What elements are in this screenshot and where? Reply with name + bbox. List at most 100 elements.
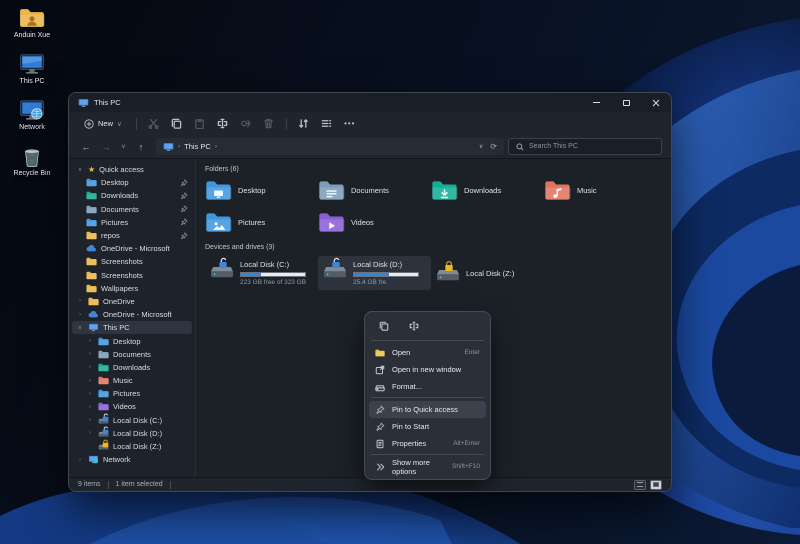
- folder-tile-videos[interactable]: Videos: [318, 210, 431, 235]
- breadcrumb[interactable]: › This PC › ∨ ⟳: [156, 138, 504, 155]
- chevron-right-icon[interactable]: ›: [76, 312, 84, 318]
- context-menu: Open Enter Open in new window Format... …: [364, 311, 491, 480]
- chevron-right-icon[interactable]: ›: [86, 364, 94, 370]
- chevron-right-icon[interactable]: ›: [86, 430, 94, 436]
- chevron-right-icon[interactable]: ›: [76, 298, 84, 304]
- copy-button[interactable]: [372, 318, 396, 334]
- details-view-button[interactable]: [634, 479, 646, 490]
- folder-tile-desktop[interactable]: Desktop: [205, 178, 318, 203]
- sidebar-item-pictures[interactable]: Pictures: [82, 216, 192, 229]
- folders-section-header[interactable]: Folders (6): [205, 166, 671, 173]
- sidebar-item-quick-access[interactable]: ∨ ★ Quick access: [72, 163, 192, 176]
- menu-item-pin-to-start[interactable]: Pin to Start: [369, 418, 486, 435]
- sidebar-item-downloads[interactable]: Downloads: [82, 189, 192, 202]
- context-menu-icon-row: [369, 316, 486, 338]
- folder-tile-documents[interactable]: Documents: [318, 178, 431, 203]
- chevron-right-icon[interactable]: ›: [76, 457, 84, 463]
- sidebar-item-local-disk-z[interactable]: Local Disk (Z:): [82, 440, 192, 453]
- chevron-right-icon[interactable]: ›: [86, 378, 94, 384]
- menu-item-open[interactable]: Open Enter: [369, 344, 486, 361]
- desktop-icon-network[interactable]: Network: [2, 98, 62, 131]
- rename-button[interactable]: [402, 318, 426, 334]
- forward-button[interactable]: →: [98, 139, 114, 155]
- see-more-button[interactable]: •••: [340, 115, 360, 132]
- sidebar-item-pc-documents[interactable]: › Documents: [82, 348, 192, 361]
- sidebar-item-network[interactable]: › Network: [72, 453, 192, 466]
- sidebar-item-wallpapers[interactable]: Wallpapers: [82, 282, 192, 295]
- locked-lock-icon: [100, 439, 111, 448]
- sort-button[interactable]: [294, 115, 314, 132]
- paste-button[interactable]: [190, 115, 210, 132]
- network-icon: [20, 100, 44, 120]
- chevron-down-icon[interactable]: ∨: [76, 325, 84, 331]
- folder-tile-label: Downloads: [464, 186, 502, 195]
- menu-item-label: Open in new window: [392, 365, 462, 374]
- copy-button[interactable]: [167, 115, 187, 132]
- maximize-button[interactable]: [611, 93, 641, 112]
- sidebar-item-pc-downloads[interactable]: › Downloads: [82, 361, 192, 374]
- menu-item-pin-to-quick-access[interactable]: Pin to Quick access: [369, 401, 486, 418]
- sidebar-item-label: OneDrive: [103, 296, 135, 306]
- large-icons-view-button[interactable]: [650, 479, 662, 490]
- rename-button[interactable]: [213, 115, 233, 132]
- drives-section-header[interactable]: Devices and drives (3): [205, 244, 671, 251]
- close-button[interactable]: [641, 93, 671, 112]
- folder-tile-downloads[interactable]: Downloads: [431, 178, 544, 203]
- share-button[interactable]: [236, 115, 256, 132]
- chevron-down-icon[interactable]: ∨: [76, 167, 84, 173]
- cut-button[interactable]: [144, 115, 164, 132]
- breadcrumb-this-pc[interactable]: This PC: [184, 142, 211, 151]
- chevron-right-icon[interactable]: ›: [86, 404, 94, 410]
- menu-item-properties[interactable]: Properties Alt+Enter: [369, 435, 486, 452]
- drive-tile-c[interactable]: Local Disk (C:) 223 GB free of 323 GB: [205, 256, 318, 290]
- quick-access-star-icon: ★: [88, 164, 96, 174]
- drive-tile-d-selected[interactable]: Local Disk (D:) 25.4 GB fre: [318, 256, 431, 290]
- address-dropdown-icon[interactable]: ∨: [479, 143, 483, 150]
- videos-folder-icon: [318, 212, 345, 233]
- chevron-right-icon[interactable]: ›: [86, 417, 94, 423]
- sidebar-item-pc-music[interactable]: › Music: [82, 374, 192, 387]
- desktop-icon-user-folder[interactable]: Anduin Xue: [2, 6, 62, 39]
- locked-lock-icon: [444, 260, 454, 272]
- sidebar-item-this-pc[interactable]: ∨ This PC: [72, 321, 192, 335]
- refresh-icon[interactable]: ⟳: [490, 142, 497, 151]
- sidebar-item-screenshots-2[interactable]: Screenshots: [82, 269, 192, 282]
- folder-icon: [86, 284, 97, 293]
- share-icon: [241, 119, 252, 128]
- sidebar-item-pc-pictures[interactable]: › Pictures: [82, 387, 192, 400]
- sidebar-item-pc-videos[interactable]: › Videos: [82, 400, 192, 413]
- search-input[interactable]: Search This PC: [508, 138, 662, 155]
- new-button[interactable]: New ∨: [77, 115, 129, 132]
- menu-item-format[interactable]: Format...: [369, 378, 486, 395]
- sidebar-item-local-disk-d[interactable]: › Local Disk (D:): [82, 427, 192, 440]
- chevron-right-icon[interactable]: ›: [86, 391, 94, 397]
- sidebar-item-screenshots[interactable]: Screenshots: [82, 255, 192, 268]
- pin-icon: [375, 405, 385, 415]
- desktop-icon-this-pc[interactable]: This PC: [2, 52, 62, 85]
- menu-item-open-new-window[interactable]: Open in new window: [369, 361, 486, 378]
- sidebar-item-local-disk-c[interactable]: › Local Disk (C:): [82, 414, 192, 427]
- sidebar-item-repos[interactable]: repos: [82, 229, 192, 242]
- delete-button[interactable]: [259, 115, 279, 132]
- folder-tile-music[interactable]: Music: [544, 178, 657, 203]
- desktop-icon-recycle-bin[interactable]: Recycle Bin: [2, 144, 62, 177]
- recent-locations-button[interactable]: ∨: [118, 139, 129, 155]
- sidebar-item-label: Pictures: [101, 217, 129, 227]
- sidebar-item-onedrive-microsoft-root[interactable]: › OneDrive - Microsoft: [72, 308, 192, 321]
- sidebar-item-onedrive-microsoft[interactable]: OneDrive - Microsoft: [82, 242, 192, 255]
- title-bar[interactable]: This PC: [69, 93, 671, 112]
- menu-item-show-more-options[interactable]: Show more options Shift+F10: [369, 458, 486, 476]
- folder-tile-pictures[interactable]: Pictures: [205, 210, 318, 235]
- minimize-button[interactable]: [581, 93, 611, 112]
- up-button[interactable]: ↑: [133, 139, 149, 155]
- back-button[interactable]: ←: [78, 139, 94, 155]
- sidebar-item-documents[interactable]: Documents: [82, 203, 192, 216]
- sidebar-item-onedrive[interactable]: › OneDrive: [72, 295, 192, 308]
- chevron-right-icon[interactable]: ›: [86, 351, 94, 357]
- chevron-right-icon[interactable]: ›: [86, 338, 94, 344]
- drive-capacity: 25.4 GB fre: [353, 279, 387, 286]
- view-button[interactable]: [317, 115, 337, 132]
- drive-tile-z[interactable]: Local Disk (Z:): [431, 256, 544, 290]
- sidebar-item-desktop[interactable]: Desktop: [82, 176, 192, 189]
- sidebar-item-pc-desktop[interactable]: › Desktop: [82, 334, 192, 347]
